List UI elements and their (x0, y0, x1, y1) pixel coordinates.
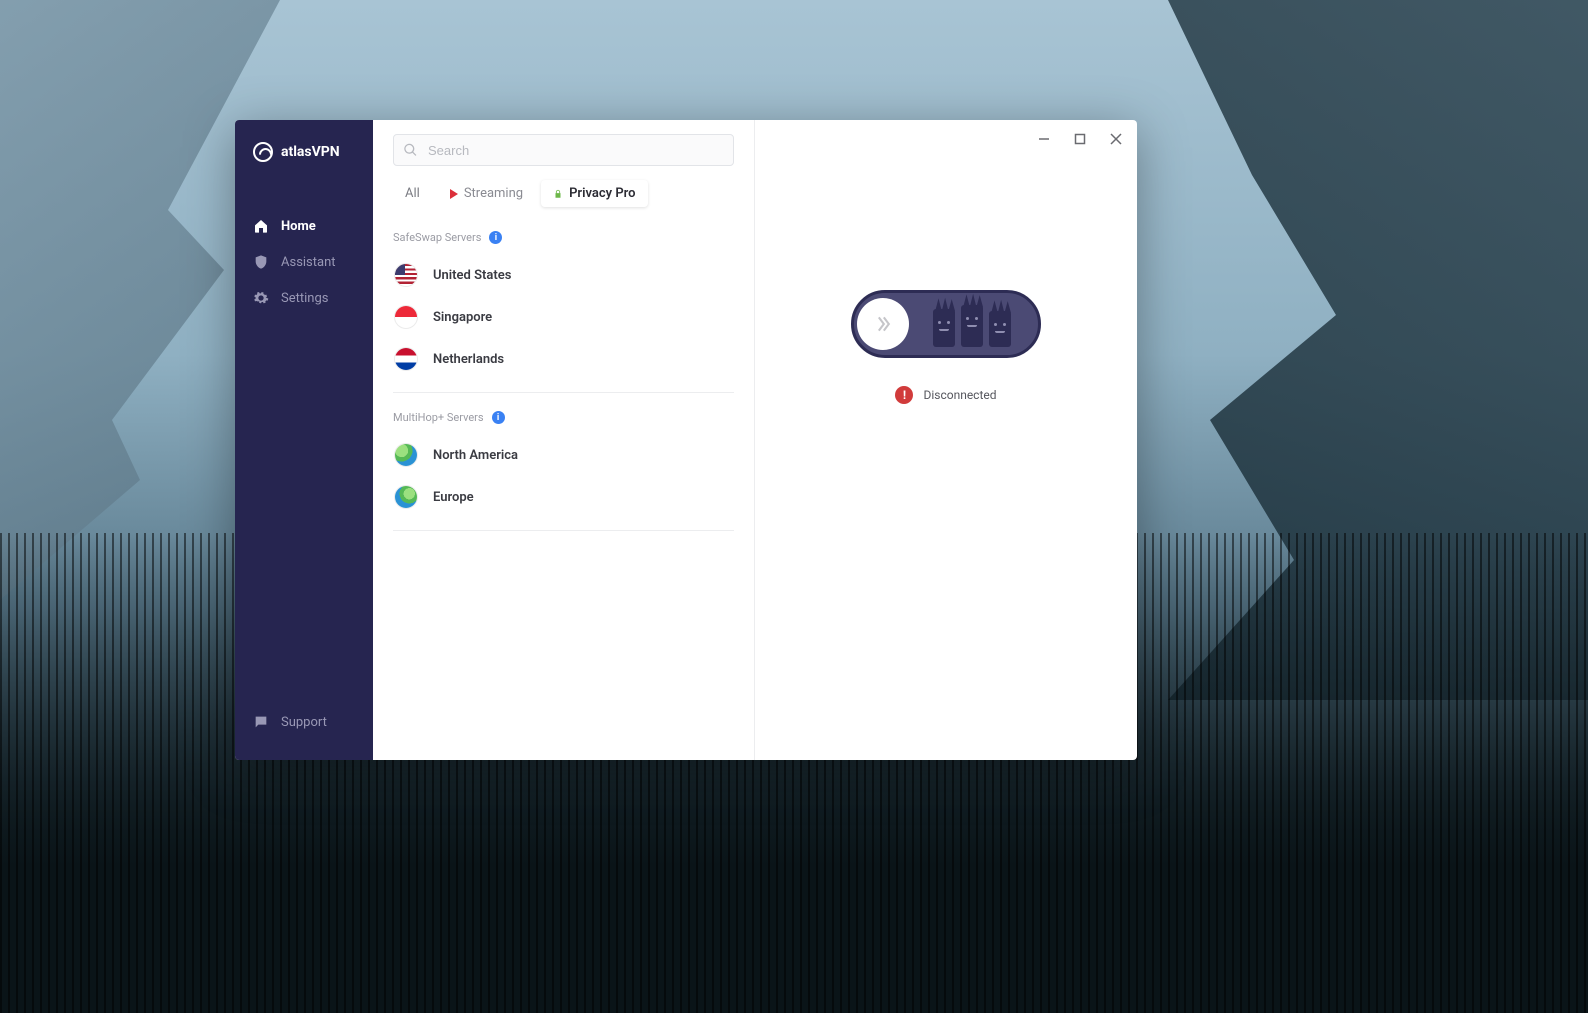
sidebar-item-assistant[interactable]: Assistant (235, 246, 373, 278)
support-label: Support (281, 715, 327, 730)
server-label: North America (433, 448, 518, 463)
app-name: atlasVPN (281, 144, 340, 160)
toggle-mascot (916, 301, 1028, 347)
toggle-area: ! Disconnected (851, 290, 1041, 404)
lock-icon (553, 189, 563, 199)
maximize-icon (1074, 133, 1086, 145)
gear-icon (253, 290, 269, 306)
window-controls (1037, 132, 1123, 146)
section-title: SafeSwap Servers (393, 231, 481, 244)
search-wrap (393, 134, 734, 166)
server-label: Netherlands (433, 352, 504, 367)
app-window: atlasVPN Home Assistant Settings (235, 120, 1137, 760)
minimize-button[interactable] (1037, 132, 1051, 146)
tab-label: All (405, 186, 420, 201)
server-label: Europe (433, 490, 474, 505)
server-panel: All Streaming Privacy Pro SafeSwap Serve… (373, 120, 755, 760)
play-icon (450, 189, 458, 199)
sidebar-item-label: Home (281, 219, 316, 234)
flag-nl-icon (395, 348, 417, 370)
alert-icon: ! (895, 386, 913, 404)
info-icon[interactable]: i (492, 411, 505, 424)
sidebar: atlasVPN Home Assistant Settings (235, 120, 373, 760)
globe-na-icon (395, 444, 417, 466)
flag-sg-icon (395, 306, 417, 328)
shield-icon (253, 254, 269, 270)
server-item-north-america[interactable]: North America (393, 434, 734, 476)
connection-status: ! Disconnected (895, 386, 996, 404)
tab-label: Privacy Pro (569, 186, 635, 201)
sidebar-item-label: Assistant (281, 255, 336, 270)
tab-all[interactable]: All (393, 180, 432, 207)
server-item-sg[interactable]: Singapore (393, 296, 734, 338)
sidebar-nav: Home Assistant Settings (235, 210, 373, 314)
search-input[interactable] (393, 134, 734, 166)
flag-us-icon (395, 264, 417, 286)
server-label: Singapore (433, 310, 492, 325)
close-icon (1110, 133, 1122, 145)
tab-streaming[interactable]: Streaming (438, 180, 535, 207)
connection-panel: ! Disconnected (755, 120, 1137, 760)
sidebar-support[interactable]: Support (235, 706, 373, 738)
section-header-safeswap: SafeSwap Servers i (393, 231, 734, 244)
section-divider (393, 530, 734, 531)
server-item-us[interactable]: United States (393, 254, 734, 296)
server-item-nl[interactable]: Netherlands (393, 338, 734, 380)
section-divider (393, 392, 734, 393)
maximize-button[interactable] (1073, 132, 1087, 146)
chat-icon (253, 714, 269, 730)
section-title: MultiHop+ Servers (393, 411, 484, 424)
sidebar-item-home[interactable]: Home (235, 210, 373, 242)
home-icon (253, 218, 269, 234)
connect-toggle-knob (857, 298, 909, 350)
server-tabs: All Streaming Privacy Pro (393, 180, 734, 207)
app-logo: atlasVPN (235, 142, 373, 162)
chevron-right-icon (873, 314, 893, 334)
server-item-europe[interactable]: Europe (393, 476, 734, 518)
sidebar-item-settings[interactable]: Settings (235, 282, 373, 314)
atlas-logo-icon (253, 142, 273, 162)
tab-privacy-pro[interactable]: Privacy Pro (541, 180, 647, 207)
globe-eu-icon (395, 486, 417, 508)
sidebar-item-label: Settings (281, 291, 328, 306)
minimize-icon (1038, 133, 1050, 145)
server-label: United States (433, 268, 511, 283)
info-icon[interactable]: i (489, 231, 502, 244)
connection-status-label: Disconnected (923, 388, 996, 402)
tab-label: Streaming (464, 186, 523, 201)
section-header-multihop: MultiHop+ Servers i (393, 411, 734, 424)
connect-toggle[interactable] (851, 290, 1041, 358)
search-icon (403, 143, 418, 158)
close-button[interactable] (1109, 132, 1123, 146)
